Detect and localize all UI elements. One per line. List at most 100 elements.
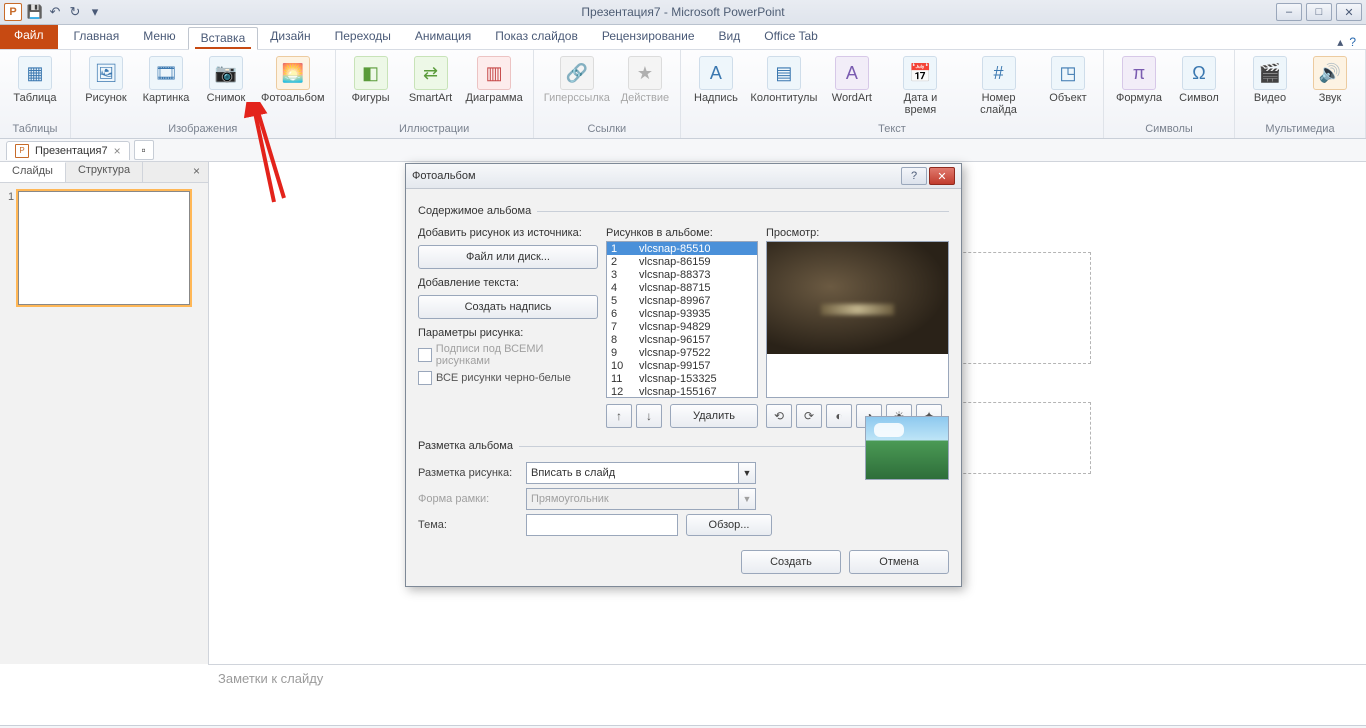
create-textbox-button[interactable]: Создать надпись (418, 295, 598, 319)
theme-input[interactable] (526, 514, 678, 536)
tab-переходы[interactable]: Переходы (323, 26, 403, 49)
audio-button[interactable]: 🔊Звук (1301, 54, 1359, 106)
cancel-button[interactable]: Отмена (849, 550, 949, 574)
ribbon: ▦ Таблица Таблицы 🖼Рисунок🎞Картинка📷Снимок🌅… (0, 50, 1366, 139)
notes-pane[interactable]: Заметки к слайду (208, 664, 1366, 725)
chart-button[interactable]: ▥Диаграмма (462, 54, 527, 106)
dialog-close-button[interactable]: ✕ (929, 167, 955, 185)
titlebar: P 💾 ↶ ↻ ▾ Презентация7 - Microsoft Power… (0, 0, 1366, 25)
datetime-button[interactable]: 📅Дата и время (883, 54, 958, 118)
slides-panel: Слайды Структура × 1 (0, 162, 209, 664)
qat-customize-icon[interactable]: ▾ (86, 3, 104, 21)
list-item[interactable]: 4vlcsnap-88715 (607, 281, 757, 294)
undo-icon[interactable]: ↶ (46, 3, 64, 21)
table-icon: ▦ (18, 56, 52, 90)
browse-button[interactable]: Обзор... (686, 514, 772, 536)
frame-label: Форма рамки: (418, 493, 518, 505)
tab-показ-слайдов[interactable]: Показ слайдов (483, 26, 590, 49)
group-label: Ссылки (587, 121, 626, 138)
photoalbum-label: Фотоальбом (261, 92, 325, 104)
action-icon: ★ (628, 56, 662, 90)
rotate-left-icon[interactable]: ⟲ (766, 404, 792, 428)
headerfooter-button[interactable]: ▤Колонтитулы (747, 54, 821, 106)
move-down-button[interactable]: ↓ (636, 404, 662, 428)
preview-label: Просмотр: (766, 227, 949, 239)
list-item[interactable]: 2vlcsnap-86159 (607, 255, 757, 268)
list-item[interactable]: 10vlcsnap-99157 (607, 359, 757, 372)
shapes-label: Фигуры (352, 92, 390, 104)
list-item[interactable]: 6vlcsnap-93935 (607, 307, 757, 320)
redo-icon[interactable]: ↻ (66, 3, 84, 21)
close-panel-icon[interactable]: × (185, 162, 208, 182)
document-tab[interactable]: P Презентация7 × (6, 141, 130, 160)
ribbon-right-controls: ▴ ? (1337, 35, 1366, 49)
video-button[interactable]: 🎬Видео (1241, 54, 1299, 106)
symbol-label: Символ (1179, 92, 1219, 104)
minimize-button[interactable]: – (1276, 3, 1302, 21)
rotate-right-icon[interactable]: ⟳ (796, 404, 822, 428)
ribbon-group-иллюстрации: ◧Фигуры⇄SmartArt▥ДиаграммаИллюстрации (336, 50, 534, 138)
list-item[interactable]: 11vlcsnap-153325 (607, 372, 757, 385)
audio-label: Звук (1319, 92, 1342, 104)
slide-thumbnail-1[interactable] (18, 191, 190, 305)
screenshot-button[interactable]: 📷Снимок (197, 54, 255, 106)
picture-button[interactable]: 🖼Рисунок (77, 54, 135, 106)
dialog-titlebar[interactable]: Фотоальбом ? ✕ (406, 164, 961, 189)
tab-outline[interactable]: Структура (66, 162, 143, 182)
photoalbum-button[interactable]: 🌅Фотоальбом (257, 54, 329, 106)
create-button[interactable]: Создать (741, 550, 841, 574)
list-item[interactable]: 8vlcsnap-96157 (607, 333, 757, 346)
equation-button[interactable]: πФормула (1110, 54, 1168, 106)
datetime-label: Дата и время (887, 92, 954, 116)
picture-list[interactable]: 1vlcsnap-855102vlcsnap-861593vlcsnap-883… (606, 241, 758, 398)
textbox-label: Надпись (694, 92, 738, 104)
clipart-button[interactable]: 🎞Картинка (137, 54, 195, 106)
tab-вставка[interactable]: Вставка (188, 27, 259, 50)
bw-checkbox[interactable]: ВСЕ рисунки черно-белые (418, 371, 598, 385)
tab-slides[interactable]: Слайды (0, 162, 66, 182)
file-tab[interactable]: Файл (0, 21, 58, 49)
list-item[interactable]: 9vlcsnap-97522 (607, 346, 757, 359)
save-icon[interactable]: 💾 (26, 3, 44, 21)
close-document-icon[interactable]: × (114, 144, 121, 158)
tab-анимация[interactable]: Анимация (403, 26, 483, 49)
tab-рецензирование[interactable]: Рецензирование (590, 26, 707, 49)
dialog-help-button[interactable]: ? (901, 167, 927, 185)
list-item[interactable]: 3vlcsnap-88373 (607, 268, 757, 281)
tab-главная[interactable]: Главная (62, 26, 132, 49)
list-item[interactable]: 1vlcsnap-85510 (607, 242, 757, 255)
shapes-button[interactable]: ◧Фигуры (342, 54, 400, 106)
notes-placeholder: Заметки к слайду (218, 671, 323, 686)
new-document-icon[interactable]: ▫ (134, 140, 154, 160)
group-label: Текст (878, 121, 906, 138)
add-source-label: Добавить рисунок из источника: (418, 227, 598, 239)
smartart-label: SmartArt (409, 92, 452, 104)
slidenumber-button[interactable]: #Номер слайда (960, 54, 1037, 118)
help-icon[interactable]: ? (1349, 35, 1356, 49)
tab-меню[interactable]: Меню (131, 26, 187, 49)
tab-office-tab[interactable]: Office Tab (752, 26, 830, 49)
list-item[interactable]: 7vlcsnap-94829 (607, 320, 757, 333)
object-button[interactable]: ◳Объект (1039, 54, 1097, 106)
table-label: Таблица (13, 92, 56, 104)
list-item[interactable]: 5vlcsnap-89967 (607, 294, 757, 307)
move-up-button[interactable]: ↑ (606, 404, 632, 428)
chevron-down-icon: ▼ (738, 489, 755, 509)
file-or-disk-button[interactable]: Файл или диск... (418, 245, 598, 269)
wordart-button[interactable]: AWordArt (823, 54, 881, 106)
list-item[interactable]: 12vlcsnap-155167 (607, 385, 757, 398)
layout-combo[interactable]: Вписать в слайд▼ (526, 462, 756, 484)
contrast-down-icon[interactable]: ◐ (826, 404, 852, 428)
slidenumber-icon: # (982, 56, 1016, 90)
textbox-button[interactable]: AНадпись (687, 54, 745, 106)
ribbon-minimize-icon[interactable]: ▴ (1337, 35, 1343, 49)
tab-вид[interactable]: Вид (707, 26, 753, 49)
group-label: Таблицы (13, 121, 58, 138)
tab-дизайн[interactable]: Дизайн (258, 26, 322, 49)
remove-button[interactable]: Удалить (670, 404, 758, 428)
close-window-button[interactable]: ✕ (1336, 3, 1362, 21)
maximize-button[interactable]: □ (1306, 3, 1332, 21)
table-button[interactable]: ▦ Таблица (6, 54, 64, 106)
smartart-button[interactable]: ⇄SmartArt (402, 54, 460, 106)
symbol-button[interactable]: ΩСимвол (1170, 54, 1228, 106)
